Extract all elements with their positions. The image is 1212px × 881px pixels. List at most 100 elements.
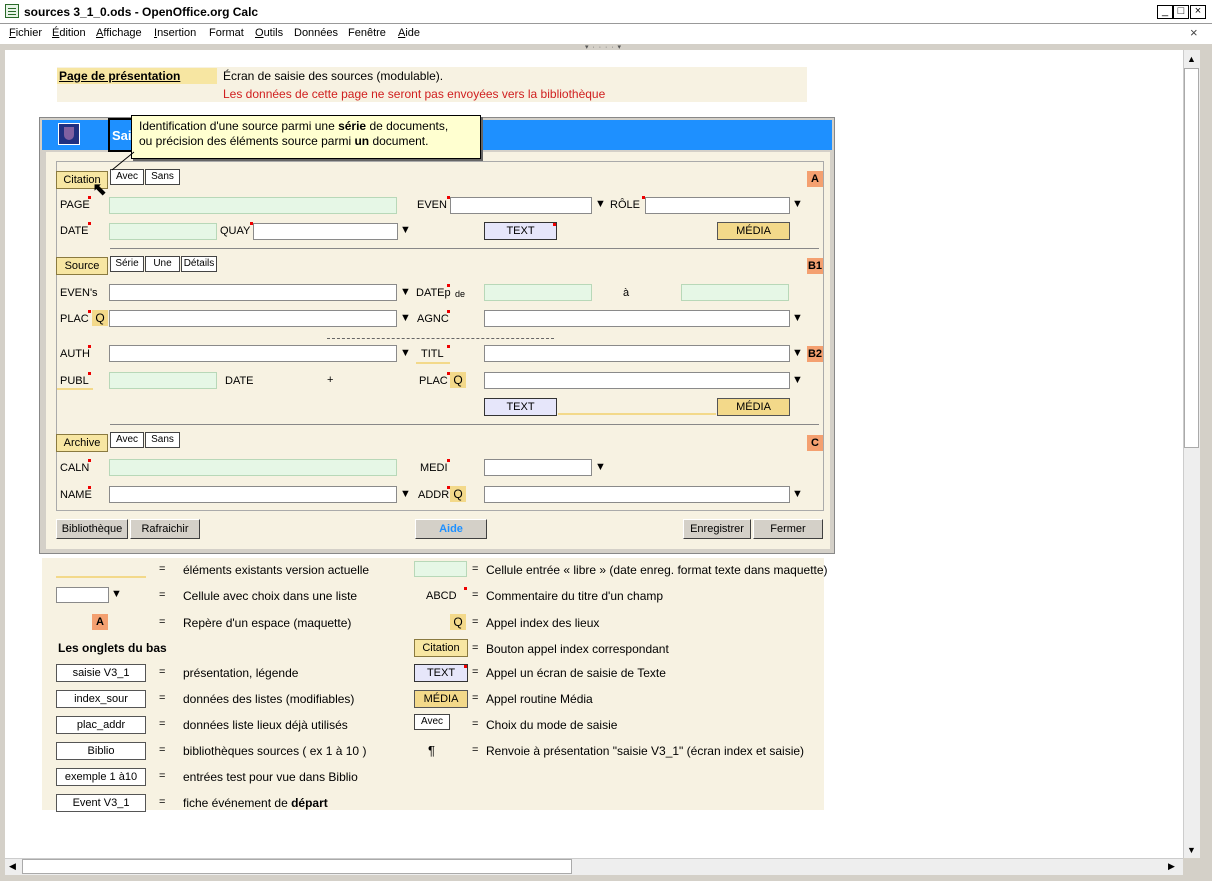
comment-marker [447,459,450,462]
scroll-left-icon[interactable]: ◀ [9,861,16,872]
scroll-down-icon[interactable]: ▼ [1187,845,1196,855]
place-index-q-icon[interactable]: Q [92,310,108,326]
window-title: sources 3_1_0.ods - OpenOffice.org Calc [24,5,259,19]
text-button-b[interactable]: TEXT [484,398,557,416]
quay-dropdown-icon[interactable]: ▼ [400,224,411,236]
citation-sans-button[interactable]: Sans [145,169,180,185]
date-plus-icon[interactable]: + [327,374,333,386]
menu-format[interactable]: Format [209,27,244,39]
menu-edition[interactable]: Édition [52,27,86,39]
existing-element-line [57,388,93,390]
label-auth: AUTH [60,348,90,360]
menu-affichage[interactable]: Affichage [96,27,142,39]
addr-dropdown-icon[interactable]: ▼ [792,488,803,500]
source-details-button[interactable]: Détails [181,256,217,272]
legend-place-index-text: Appel index des lieux [486,616,600,630]
auth-dropdown-icon[interactable]: ▼ [400,347,411,359]
bibliotheque-button[interactable]: Bibliothèque [56,519,128,539]
marker-b2: B2 [807,346,823,362]
label-page: PAGE [60,199,90,211]
close-document-icon[interactable]: × [1190,25,1198,40]
archive-sans-button[interactable]: Sans [145,432,180,448]
comment-marker [464,587,467,590]
source-serie-button[interactable]: Série [110,256,144,272]
legend-tab-desc: données liste lieux déjà utilisés [183,718,348,732]
maximize-button[interactable]: □ [1173,5,1189,19]
legend-media-desc: Appel routine Média [486,692,593,706]
medi-dropdown-icon[interactable]: ▼ [595,461,606,473]
datep-to-input[interactable] [681,284,789,301]
titl-dropdown-icon[interactable]: ▼ [792,347,803,359]
menu-fenetre[interactable]: Fenêtre [348,27,386,39]
evens-dropdown-icon[interactable]: ▼ [400,286,411,298]
aide-button[interactable]: Aide [415,519,487,539]
menu-fichier[interactable]: Fichier [9,27,42,39]
source-une-button[interactable]: Une [145,256,180,272]
fermer-button[interactable]: Fermer [753,519,823,539]
quay-select[interactable] [253,223,398,240]
legend-tab-plac: plac_addr [56,716,146,734]
legend-abcd: ABCD [426,590,457,602]
legend-tab-exemple: exemple 1 à10 [56,768,146,786]
comment-marker [88,486,91,489]
plac-publ-select[interactable] [484,372,790,389]
legend-avec-sample: Avec [414,714,450,730]
name-dropdown-icon[interactable]: ▼ [400,488,411,500]
caln-input[interactable] [109,459,397,476]
date-input[interactable] [109,223,217,240]
publ-input[interactable] [109,372,217,389]
text-button[interactable]: TEXT [484,222,557,240]
plac-publ-dropdown-icon[interactable]: ▼ [792,374,803,386]
legend-avec-desc: Choix du mode de saisie [486,718,618,732]
place-index-q-icon[interactable]: Q [450,372,466,388]
agnc-dropdown-icon[interactable]: ▼ [792,312,803,324]
media-button[interactable]: MÉDIA [717,222,790,240]
menu-bar: Fichier Édition Affichage Insertion Form… [0,24,1212,44]
legend-eq: = [472,666,479,678]
role-dropdown-icon[interactable]: ▼ [792,198,803,210]
page-input[interactable] [109,197,397,214]
menu-donnees[interactable]: Données [294,27,338,39]
legend-tabs-title: Les onglets du bas [58,641,167,655]
agnc-select[interactable] [484,310,790,327]
plac-select[interactable] [109,310,397,327]
legend-eq: = [472,718,479,730]
menu-aide[interactable]: Aide [398,27,420,39]
horizontal-scroll-thumb[interactable] [22,859,572,874]
auth-select[interactable] [109,345,397,362]
plac-dropdown-icon[interactable]: ▼ [400,312,411,324]
media-button-b[interactable]: MÉDIA [717,398,790,416]
menu-insertion[interactable]: Insertion [154,27,196,39]
role-select[interactable] [645,197,790,214]
legend-eq: = [472,563,479,575]
even-dropdown-icon[interactable]: ▼ [595,198,606,210]
close-window-button[interactable]: × [1190,5,1206,19]
tab-archive[interactable]: Archive [56,434,108,452]
place-index-q-icon[interactable]: Q [450,486,466,502]
comment-marker [464,665,467,668]
shield-icon [58,123,80,145]
menu-outils[interactable]: Outils [255,27,283,39]
marker-c: C [807,435,823,451]
tab-source[interactable]: Source [56,257,108,275]
enregistrer-button[interactable]: Enregistrer [683,519,751,539]
label-addr: ADDR [418,489,450,501]
legend-eq: = [472,589,479,601]
scroll-right-icon[interactable]: ▶ [1168,861,1175,872]
rafraichir-button[interactable]: Rafraichir [130,519,200,539]
legend-tab-desc: fiche événement de départ [183,796,328,810]
titl-select[interactable] [484,345,790,362]
legend-eq: = [159,770,166,782]
name-select[interactable] [109,486,397,503]
scroll-up-icon[interactable]: ▲ [1187,54,1196,64]
header-subtitle: Écran de saisie des sources (modulable). [223,69,444,83]
legend-eq: = [472,692,479,704]
addr-select[interactable] [484,486,790,503]
evens-select[interactable] [109,284,397,301]
minimize-button[interactable]: _ [1157,5,1173,19]
datep-from-input[interactable] [484,284,592,301]
vertical-scroll-thumb[interactable] [1184,68,1199,448]
even-select[interactable] [450,197,592,214]
medi-select[interactable] [484,459,592,476]
archive-avec-button[interactable]: Avec [110,432,144,448]
